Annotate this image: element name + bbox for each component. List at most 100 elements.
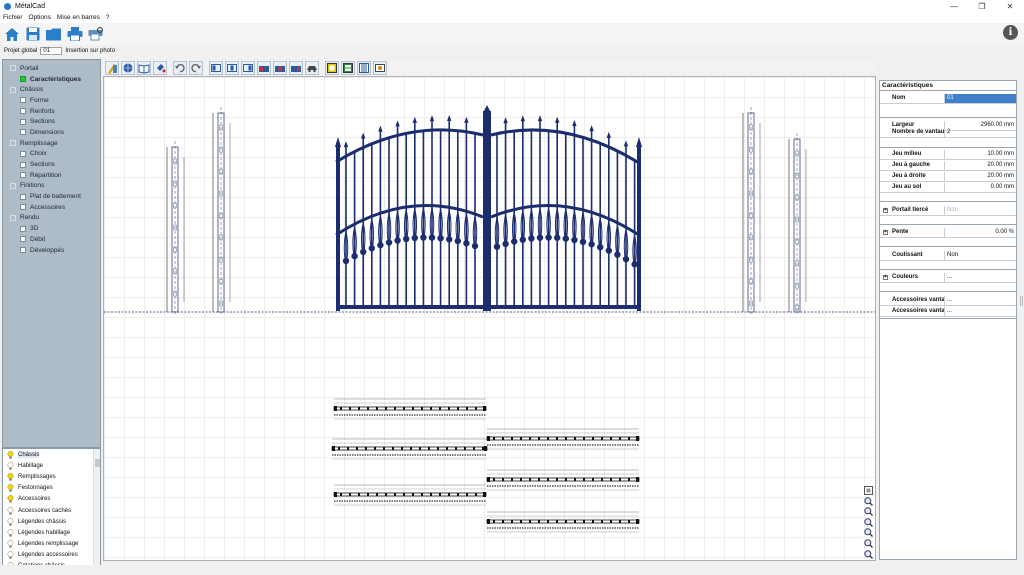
property-row[interactable]: Accessoires vantail gauche... xyxy=(880,296,1016,306)
tree-item[interactable]: Châssis xyxy=(3,84,100,95)
zoom-reset-icon[interactable] xyxy=(864,539,873,548)
split-frame-icon[interactable] xyxy=(341,60,355,75)
project-input[interactable]: 01 xyxy=(40,46,63,55)
lightbulb-icon[interactable] xyxy=(7,517,14,526)
menu-mise-en-barres[interactable]: Mise en barres xyxy=(57,14,100,21)
menu-options[interactable]: Options xyxy=(29,14,51,21)
layer-item[interactable]: Remplissages xyxy=(3,471,100,482)
property-value[interactable]: 20.00 mm xyxy=(945,161,1016,170)
minimize-button[interactable]: — xyxy=(940,0,968,12)
book-icon[interactable] xyxy=(137,60,151,75)
redo-icon[interactable] xyxy=(189,60,203,75)
double-gate-icon[interactable] xyxy=(273,60,287,75)
tree-item[interactable]: Développés xyxy=(3,245,100,256)
undo-icon[interactable] xyxy=(173,60,187,75)
right-panel-icon[interactable] xyxy=(241,60,255,75)
property-value[interactable]: ... xyxy=(945,273,1016,282)
info-icon[interactable]: i xyxy=(1003,25,1018,40)
photo-icon[interactable] xyxy=(373,60,387,75)
tree-item[interactable]: Remplissage xyxy=(3,138,100,149)
property-row[interactable]: Accessoires vantail droit... xyxy=(880,307,1016,317)
property-value[interactable]: 01 xyxy=(945,94,1016,103)
maximize-button[interactable]: ❐ xyxy=(968,0,996,12)
layers-scrollbar[interactable] xyxy=(93,449,100,571)
zoom-out-icon[interactable] xyxy=(864,518,873,527)
tree-item[interactable]: Sections xyxy=(3,159,100,170)
layer-item[interactable]: Châssis xyxy=(3,449,100,460)
frame-icon[interactable] xyxy=(325,60,339,75)
lightbulb-icon[interactable] xyxy=(7,473,14,481)
print-preview-icon[interactable] xyxy=(87,26,104,43)
property-row[interactable]: + Couleurs... xyxy=(880,273,1016,283)
property-value[interactable]: 0.00 % xyxy=(945,228,1016,237)
bars-icon[interactable] xyxy=(357,60,371,75)
layer-item[interactable]: Légendes habillage xyxy=(3,527,100,538)
lightbulb-icon[interactable] xyxy=(7,450,14,459)
layer-item[interactable]: Habillage xyxy=(3,460,100,471)
fill-icon[interactable] xyxy=(153,60,167,75)
property-value[interactable]: 20.00 mm xyxy=(945,172,1016,181)
tree-item[interactable]: Choix xyxy=(3,149,100,160)
tree-item[interactable]: Renforts xyxy=(3,106,100,117)
property-value[interactable]: ... xyxy=(945,307,1016,316)
zoom-window-icon[interactable] xyxy=(864,496,873,506)
zoom-in-icon[interactable] xyxy=(864,507,873,517)
lightbulb-icon[interactable] xyxy=(7,528,14,537)
tree-item[interactable]: Forme xyxy=(3,95,100,106)
menu-help[interactable]: ? xyxy=(106,14,110,21)
property-row[interactable]: Nom 01 xyxy=(880,94,1016,104)
vehicle-icon[interactable] xyxy=(305,60,319,75)
property-value[interactable]: Non xyxy=(945,206,1016,215)
drawing-canvas[interactable] xyxy=(103,76,876,561)
tree-item[interactable]: Débit xyxy=(3,234,100,245)
center-panel-icon[interactable] xyxy=(225,60,239,75)
globe-icon[interactable] xyxy=(121,60,135,75)
close-button[interactable]: ✕ xyxy=(996,0,1024,12)
pencil-ruler-icon[interactable] xyxy=(105,60,119,75)
lightbulb-icon[interactable] xyxy=(7,484,14,492)
tree-item[interactable]: Plat de battement xyxy=(3,191,100,202)
property-row[interactable]: Jeu milieu 10.00 mm xyxy=(880,150,1016,160)
property-row[interactable]: Nombre de vantaux 2 xyxy=(880,128,1016,138)
layer-item[interactable]: Festonnages xyxy=(3,483,100,494)
expand-plus-icon[interactable]: + xyxy=(883,230,888,235)
panel-resize-grip[interactable] xyxy=(1020,296,1023,306)
tree-item[interactable]: Accessoires xyxy=(3,202,100,213)
save-icon[interactable] xyxy=(24,26,41,43)
lightbulb-icon[interactable] xyxy=(7,540,14,548)
property-row[interactable]: + Pente 0.00 % xyxy=(880,228,1016,238)
tree-item[interactable]: Rendu xyxy=(3,213,100,224)
property-value[interactable]: 10.00 mm xyxy=(945,150,1016,159)
property-value[interactable]: Non xyxy=(945,251,1016,260)
zoom-previous-icon[interactable] xyxy=(864,528,873,538)
left-panel-icon[interactable] xyxy=(209,60,223,75)
insert-photo-button[interactable]: Insertion sur photo xyxy=(65,48,115,54)
tree-item[interactable]: Dimensions xyxy=(3,127,100,138)
layer-item[interactable]: Légendes remplissage xyxy=(3,539,100,550)
layer-item[interactable]: Légendes châssis xyxy=(3,516,100,527)
tree-item[interactable]: Caractéristiques xyxy=(3,74,100,85)
property-row[interactable]: Coulissant Non xyxy=(880,251,1016,261)
lightbulb-icon[interactable] xyxy=(7,461,14,470)
tree-item[interactable]: Répartition xyxy=(3,170,100,181)
tree-item[interactable]: Finitions xyxy=(3,181,100,192)
property-row[interactable]: Jeu au sol 0.00 mm xyxy=(880,183,1016,193)
layer-item[interactable]: Accessoires xyxy=(3,494,100,505)
lightbulb-icon[interactable] xyxy=(7,506,14,515)
lightbulb-icon[interactable] xyxy=(7,495,14,503)
property-row[interactable]: Jeu à gauche 20.00 mm xyxy=(880,161,1016,171)
property-row[interactable]: Jeu à droite 20.00 mm xyxy=(880,172,1016,182)
left-gate-icon[interactable] xyxy=(257,60,271,75)
open-folder-icon[interactable] xyxy=(45,26,62,43)
expand-plus-icon[interactable]: + xyxy=(883,208,888,213)
tree-item[interactable]: Sections xyxy=(3,116,100,127)
tree-item[interactable]: 3D xyxy=(3,223,100,234)
zoom-extents-icon[interactable] xyxy=(864,486,873,495)
right-gate-icon[interactable] xyxy=(289,60,303,75)
layer-item[interactable]: Légendes accessoires xyxy=(3,550,100,561)
property-value[interactable]: 2 xyxy=(945,128,1016,137)
property-row[interactable]: + Portail tiercé Non xyxy=(880,206,1016,216)
layer-item[interactable]: Accessoires cachés xyxy=(3,505,100,516)
tree-item[interactable]: Portail xyxy=(3,63,100,74)
expand-plus-icon[interactable]: + xyxy=(883,275,888,280)
